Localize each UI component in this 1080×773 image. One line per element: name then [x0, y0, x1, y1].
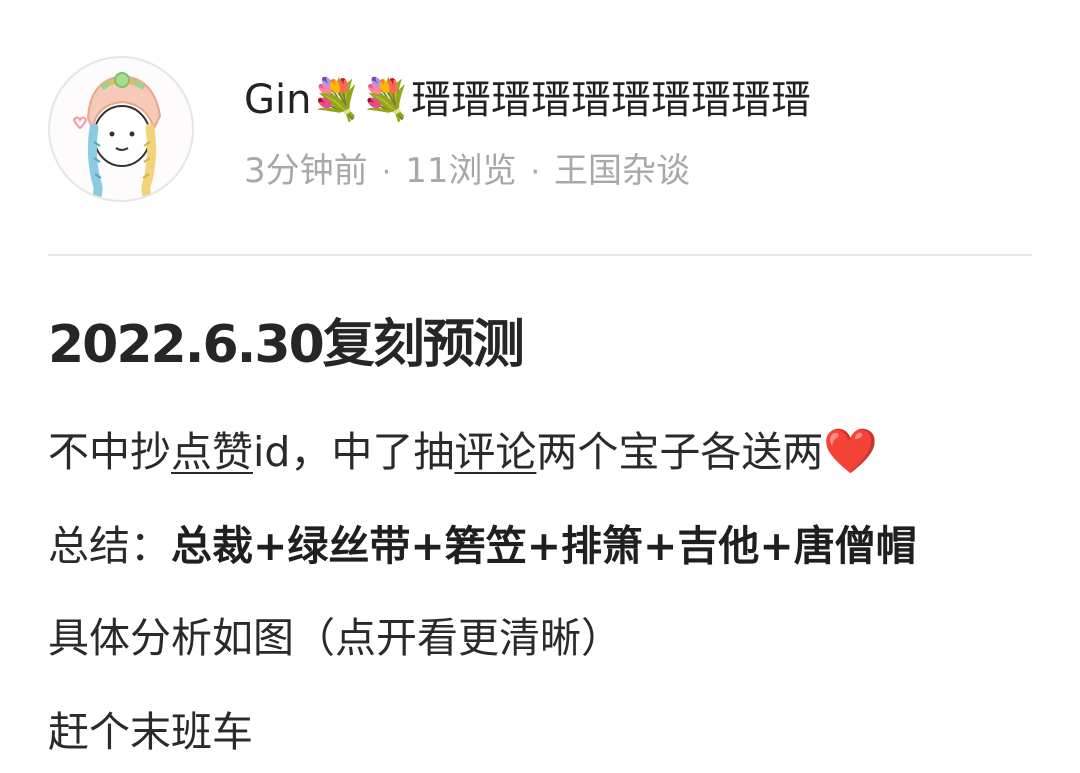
header-divider	[48, 254, 1032, 256]
line1-prefix: 不中抄	[48, 428, 171, 476]
post-category[interactable]: 王国杂谈	[554, 151, 690, 191]
post-body-line: 总结：总裁+绿丝带+箬笠+排箫+吉他+唐僧帽	[48, 518, 917, 574]
line1-suffix: 两个宝子各送两	[536, 428, 824, 476]
meta-separator: ·	[381, 155, 392, 190]
like-link[interactable]: 点赞	[171, 428, 253, 476]
post-body-line: 不中抄点赞id，中了抽评论两个宝子各送两❤️	[48, 424, 878, 480]
meta-separator: ·	[530, 155, 540, 190]
post-title: 2022.6.30复刻预测	[48, 315, 525, 375]
view-count: 11浏览	[405, 151, 517, 191]
post-body-line: 赶个末班车	[48, 708, 253, 756]
summary-text: 总裁+绿丝带+箬笠+排箫+吉他+唐僧帽	[171, 522, 917, 570]
avatar-illustration	[72, 72, 162, 200]
author-name[interactable]: Gin💐💐瑨瑨瑨瑨瑨瑨瑨瑨瑨瑨	[244, 74, 811, 126]
post-body-line: 具体分析如图（点开看更清晰）	[48, 614, 622, 662]
line1-middle: id，中了抽	[253, 428, 455, 476]
heart-icon: ❤️	[823, 426, 879, 477]
post-header: Gin💐💐瑨瑨瑨瑨瑨瑨瑨瑨瑨瑨 3分钟前 · 11浏览 · 王国杂谈	[48, 56, 1032, 206]
post-time: 3分钟前	[244, 151, 368, 191]
avatar[interactable]	[48, 56, 194, 202]
comment-link[interactable]: 评论	[454, 428, 536, 476]
summary-label: 总结：	[48, 522, 171, 570]
post-meta: 3分钟前 · 11浏览 · 王国杂谈	[244, 148, 690, 196]
